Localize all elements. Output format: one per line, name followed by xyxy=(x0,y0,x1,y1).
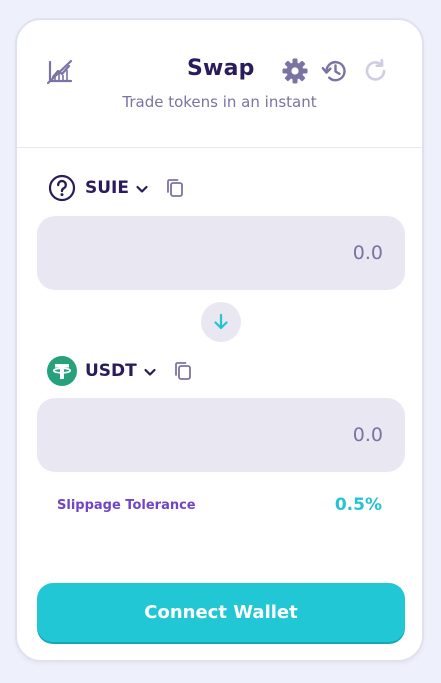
tether-icon xyxy=(47,356,77,386)
swap-header: Swap Trade tokens in an instant xyxy=(17,20,422,148)
from-token-symbol: SUIE xyxy=(85,178,129,198)
question-mark-icon xyxy=(47,173,77,203)
from-amount-input[interactable] xyxy=(37,216,405,290)
from-amount-box xyxy=(37,216,405,290)
slippage-label[interactable]: Slippage Tolerance xyxy=(57,498,196,513)
slippage-value: 0.5% xyxy=(334,495,382,515)
copy-address-icon[interactable] xyxy=(173,361,193,381)
copy-address-icon[interactable] xyxy=(165,178,185,198)
swap-card: Swap Trade tokens in an instant SUIE 0.0… xyxy=(15,18,424,662)
chart-disabled-icon[interactable] xyxy=(46,59,74,85)
to-token-symbol: USDT xyxy=(85,361,137,381)
refresh-icon[interactable] xyxy=(362,57,390,85)
chevron-down-icon xyxy=(135,181,149,195)
from-token-selector[interactable]: SUIE xyxy=(85,178,149,198)
connect-wallet-button[interactable]: Connect Wallet xyxy=(37,583,405,642)
chevron-down-icon xyxy=(143,364,157,378)
from-token-row: SUIE xyxy=(47,173,185,203)
page-title: Swap xyxy=(187,56,255,81)
to-token-selector[interactable]: USDT xyxy=(85,361,157,381)
to-amount-input[interactable] xyxy=(37,398,405,472)
arrow-down-icon xyxy=(211,312,231,332)
page-subtitle: Trade tokens in an instant xyxy=(122,93,317,111)
gear-icon[interactable] xyxy=(281,57,309,85)
to-token-row: USDT xyxy=(47,356,193,386)
to-amount-box xyxy=(37,398,405,472)
history-icon[interactable] xyxy=(321,57,349,85)
swap-direction-button[interactable] xyxy=(201,302,241,342)
